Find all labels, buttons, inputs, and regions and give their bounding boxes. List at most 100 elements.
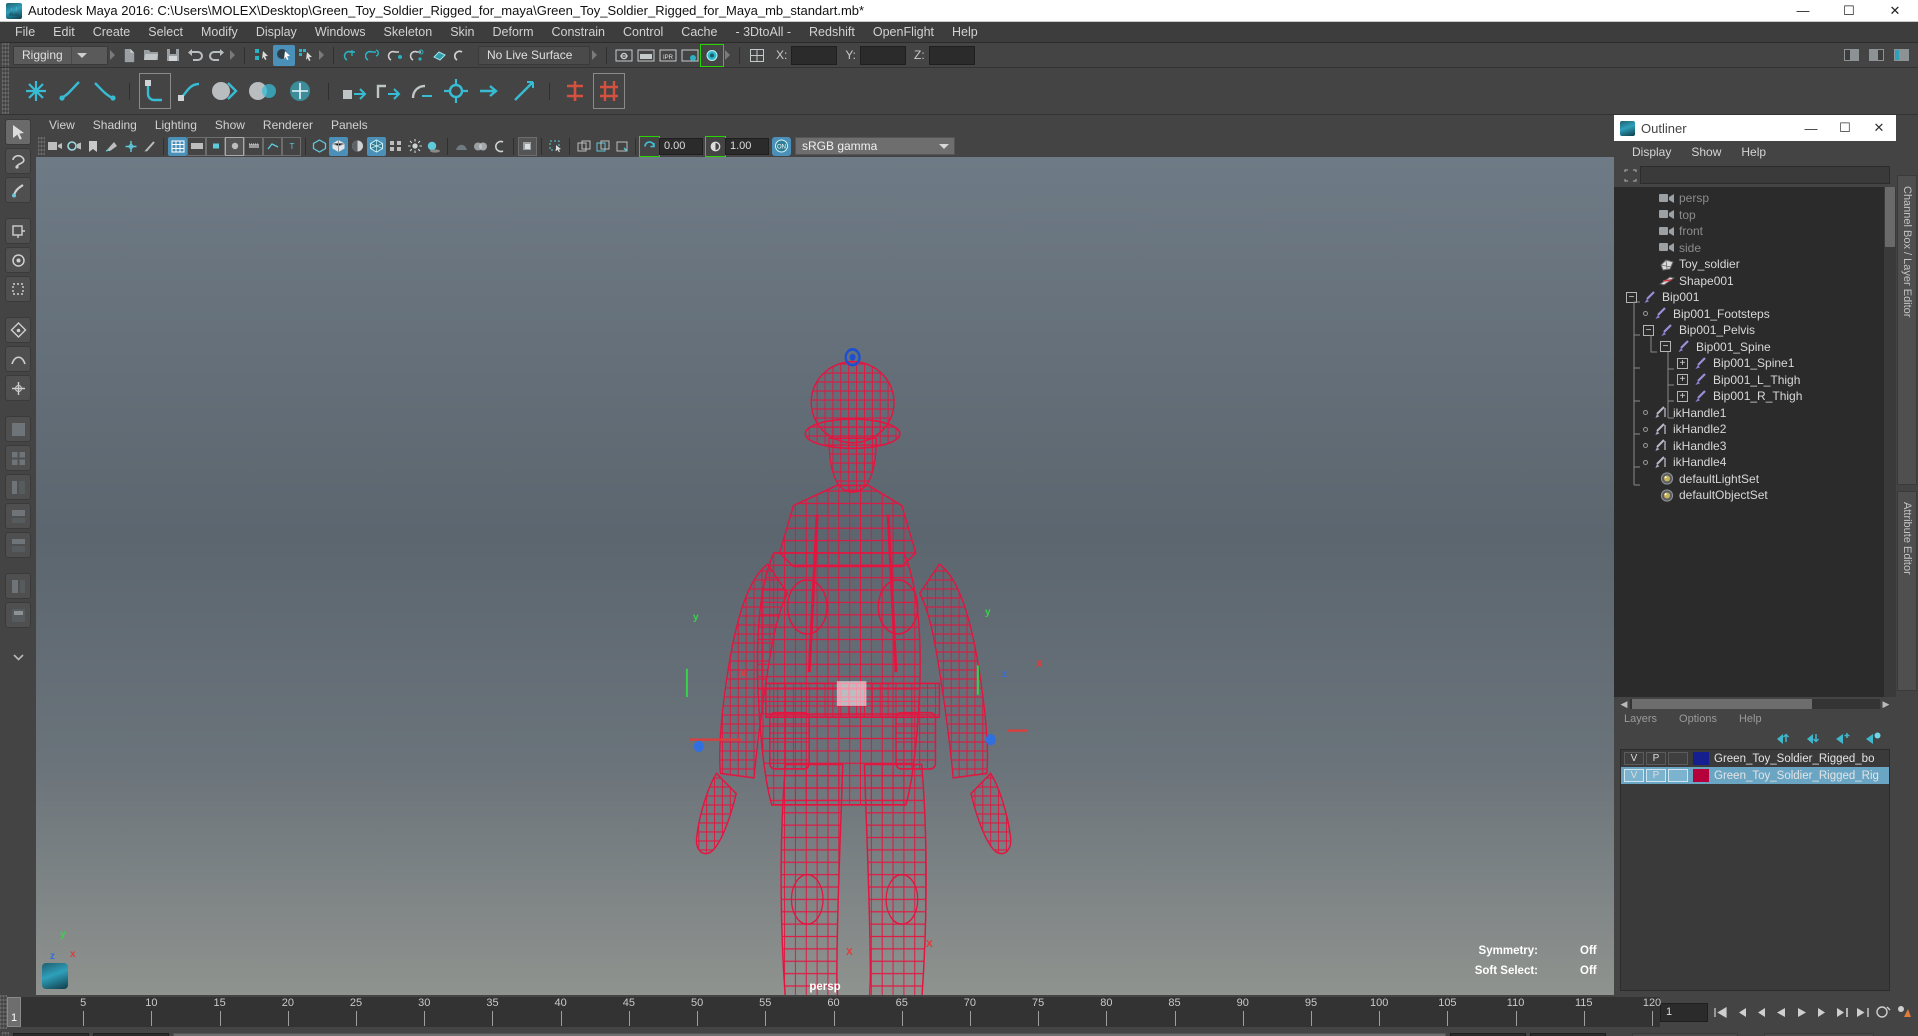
new-scene-icon[interactable] [118, 45, 140, 66]
exposure-value-field[interactable]: 0.00 [659, 137, 703, 155]
range-bar[interactable]: 1 120 [173, 1032, 1446, 1036]
persp-hypergraph-icon[interactable] [5, 602, 31, 628]
outliner-persp-layout-icon[interactable] [5, 474, 31, 500]
two-d-pan-zoom-icon[interactable] [121, 137, 140, 156]
animation-end-field[interactable]: 120 [1450, 1032, 1526, 1036]
go-to-end-icon[interactable] [1855, 1003, 1871, 1021]
show-attribute-editor-icon[interactable] [1865, 45, 1887, 66]
menu-constrain[interactable]: Constrain [543, 22, 615, 43]
animation-start-field[interactable]: 1 [93, 1032, 169, 1036]
toolbar-collapse-arrow-3[interactable] [317, 46, 327, 64]
menu-file[interactable]: File [6, 22, 44, 43]
ik-handle-tool-icon[interactable] [139, 73, 171, 109]
select-camera-icon[interactable] [45, 137, 64, 156]
color-management-toggle-icon[interactable]: ON [772, 136, 791, 156]
scale-tool-icon[interactable] [5, 276, 31, 302]
snap-to-grid-icon[interactable] [340, 45, 362, 66]
edit-deformer-icon[interactable] [593, 73, 625, 109]
snap-to-projected-center-icon[interactable] [406, 45, 428, 66]
menu-cache[interactable]: Cache [672, 22, 726, 43]
layer-color-swatch[interactable] [1693, 769, 1709, 782]
outliner-menu-show[interactable]: Show [1681, 145, 1731, 159]
menu-control[interactable]: Control [614, 22, 672, 43]
outliner-item-bip001-l-thigh[interactable]: + Bip001_L_Thigh [1614, 372, 1896, 389]
isolate-select-add-icon[interactable] [593, 137, 612, 156]
outliner-item-bip001-r-thigh[interactable]: + Bip001_R_Thigh [1614, 388, 1896, 405]
playback-end-field[interactable]: 200 [1530, 1032, 1606, 1036]
outliner-tree[interactable]: persp top front side Toy_soldier Shape001− Bip… [1614, 187, 1896, 697]
make-live-icon[interactable] [450, 45, 472, 66]
create-joint-icon[interactable] [21, 74, 51, 108]
auto-key-icon[interactable] [1875, 1003, 1891, 1021]
layer-menu-options[interactable]: Options [1679, 713, 1739, 725]
toggle-editors-icon[interactable] [746, 45, 768, 66]
go-to-start-icon[interactable] [1712, 1003, 1728, 1021]
outliner-item-defaultlightset[interactable]: defaultLightSet [1614, 471, 1896, 488]
outliner-item-front[interactable]: front [1614, 223, 1896, 240]
gamma-value-field[interactable]: 1.00 [725, 137, 769, 155]
open-scene-icon[interactable] [140, 45, 162, 66]
rotate-tool-icon[interactable] [5, 247, 31, 273]
3d-viewport[interactable]: X X y y z X X y x z Symmetry: Off Soft S… [36, 157, 1614, 995]
xray-shading-icon[interactable] [263, 136, 282, 156]
layer-menu-help[interactable]: Help [1739, 713, 1784, 725]
move-tool-icon[interactable] [5, 218, 31, 244]
current-frame-field[interactable]: 1 [1659, 1002, 1708, 1022]
grease-pencil-icon[interactable] [140, 137, 159, 156]
outliner-item-ikhandle2[interactable]: ikHandle2 [1614, 421, 1896, 438]
move-layer-down-icon[interactable] [1804, 729, 1822, 747]
outliner-item-top[interactable]: top [1614, 207, 1896, 224]
isolate-select-icon[interactable] [574, 137, 593, 156]
save-scene-icon[interactable] [162, 45, 184, 66]
color-management-selector[interactable]: sRGB gamma [795, 137, 955, 155]
select-tool-icon[interactable] [5, 119, 31, 145]
layer-list[interactable]: V P Green_Toy_Soldier_Rigged_bo V P Green_Toy… [1620, 749, 1890, 991]
outliner-item-defaultobjectset[interactable]: defaultObjectSet [1614, 487, 1896, 504]
outliner-menu-display[interactable]: Display [1622, 145, 1681, 159]
render-sequence-icon[interactable] [635, 45, 657, 66]
create-layer-from-selected-icon[interactable] [1864, 729, 1882, 747]
exposure-toggle-icon[interactable] [244, 136, 263, 156]
outliner-item-bip001-spine[interactable]: − Bip001_Spine [1614, 339, 1896, 356]
outliner-close-button[interactable]: ✕ [1862, 115, 1896, 141]
redo-icon[interactable] [206, 45, 228, 66]
screen-space-ao-icon[interactable] [452, 137, 471, 156]
viewport-menu-shading[interactable]: Shading [84, 115, 146, 135]
layer-visibility-toggle[interactable]: V [1624, 752, 1644, 765]
toolbar-grip[interactable] [2, 43, 9, 67]
gamma-reset-icon[interactable] [705, 135, 726, 157]
outliner-item-side[interactable]: side [1614, 240, 1896, 257]
layer-color-swatch[interactable] [1693, 752, 1709, 765]
tree-collapse-icon[interactable]: − [1643, 324, 1654, 336]
tree-expand-icon[interactable]: + [1677, 357, 1688, 369]
hypershade-render-view-icon[interactable] [700, 43, 724, 67]
x-coordinate-field[interactable] [791, 45, 838, 65]
toolbar-collapse-arrow[interactable] [108, 46, 118, 64]
scroll-left-arrow-icon[interactable]: ◀ [1618, 699, 1630, 710]
persp-outliner-split-icon[interactable] [5, 573, 31, 599]
step-forward-key-icon[interactable] [1814, 1003, 1830, 1021]
z-coordinate-field[interactable] [928, 45, 975, 65]
tree-collapse-icon[interactable]: − [1626, 291, 1637, 303]
create-empty-layer-icon[interactable] [1834, 729, 1852, 747]
anim-layer-selector[interactable]: No Anim Layer [1632, 1032, 1738, 1036]
lasso-tool-icon[interactable] [5, 148, 31, 174]
interactive-bind-icon[interactable] [246, 74, 280, 108]
exposure-reset-icon[interactable] [639, 135, 660, 157]
bookmark-icon[interactable] [83, 137, 102, 156]
viewport-menu-view[interactable]: View [40, 115, 84, 135]
scale-constraint-icon[interactable] [441, 74, 471, 108]
outliner-hscroll-thumb[interactable] [1632, 699, 1812, 709]
layer-row[interactable]: V P Green_Toy_Soldier_Rigged_bo [1621, 750, 1889, 767]
wireframe-shading-icon[interactable] [310, 137, 329, 156]
tree-expand-icon[interactable]: + [1677, 374, 1688, 386]
persp-graph-layout-icon[interactable] [5, 503, 31, 529]
smooth-bind-icon[interactable] [208, 74, 242, 108]
close-button[interactable]: ✕ [1872, 0, 1918, 22]
select-marquee-icon[interactable] [546, 137, 565, 156]
motion-blur-icon[interactable] [471, 137, 490, 156]
smooth-shade-all-icon[interactable] [329, 136, 348, 156]
select-by-object-type-icon[interactable] [273, 44, 295, 66]
soft-modification-icon[interactable] [5, 346, 31, 372]
scroll-right-arrow-icon[interactable]: ▶ [1880, 699, 1892, 710]
